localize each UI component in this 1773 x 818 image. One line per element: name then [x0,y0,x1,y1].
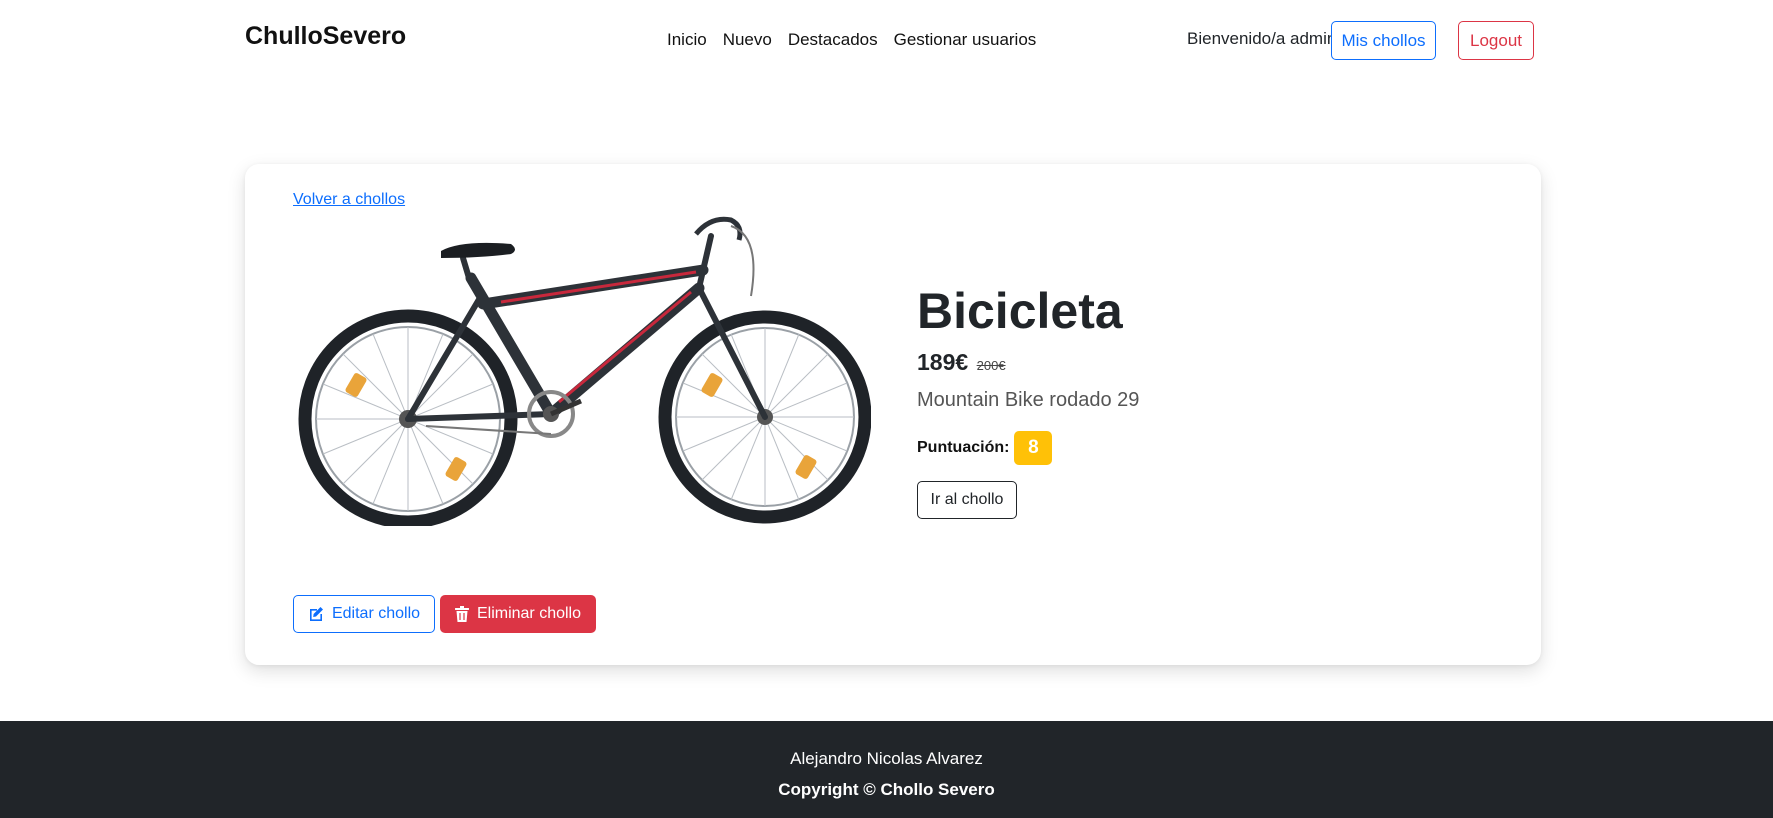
nav-link-nuevo[interactable]: Nuevo [723,30,772,50]
score-row: Puntuación: 8 [917,431,1053,465]
edit-chollo-button[interactable]: Editar chollo [293,595,435,633]
price-row: 189€ 200€ [917,349,1006,376]
go-to-chollo-button[interactable]: Ir al chollo [917,481,1017,519]
delete-chollo-button[interactable]: Eliminar chollo [440,595,596,633]
nav-link-gestionar-usuarios[interactable]: Gestionar usuarios [894,30,1037,50]
chollo-title: Bicicleta [917,283,1123,339]
nav-link-destacados[interactable]: Destacados [788,30,878,50]
delete-chollo-label: Eliminar chollo [476,605,582,622]
brand-logo[interactable]: ChulloSevero [245,22,406,51]
welcome-text: Bienvenido/a admin [1187,29,1337,48]
footer: Alejandro Nicolas Alvarez Copyright © Ch… [0,721,1773,818]
score-badge: 8 [1014,431,1053,465]
chollo-description: Mountain Bike rodado 29 [917,389,1140,411]
footer-copyright: Copyright © Chollo Severo [778,780,995,799]
navbar: ChulloSevero Inicio Nuevo Destacados Ges… [0,0,1773,82]
nav-link-inicio[interactable]: Inicio [667,30,707,50]
product-image [291,206,872,529]
logout-button[interactable]: Logout [1458,21,1534,60]
mis-chollos-button[interactable]: Mis chollos [1331,21,1436,60]
current-price: 189€ [917,349,969,375]
old-price: 200€ [976,358,1006,373]
bicycle-image [298,216,872,529]
nav-links: Inicio Nuevo Destacados Gestionar usuari… [667,30,1052,50]
edit-chollo-label: Editar chollo [331,605,421,622]
score-label: Puntuación: [917,439,1010,456]
edit-icon [309,607,323,621]
chollo-detail-card: Volver a chollos Bicicleta 189€ 200€ Mou… [245,164,1541,665]
trash-icon [454,606,469,622]
footer-author: Alejandro Nicolas Alvarez [790,749,983,768]
